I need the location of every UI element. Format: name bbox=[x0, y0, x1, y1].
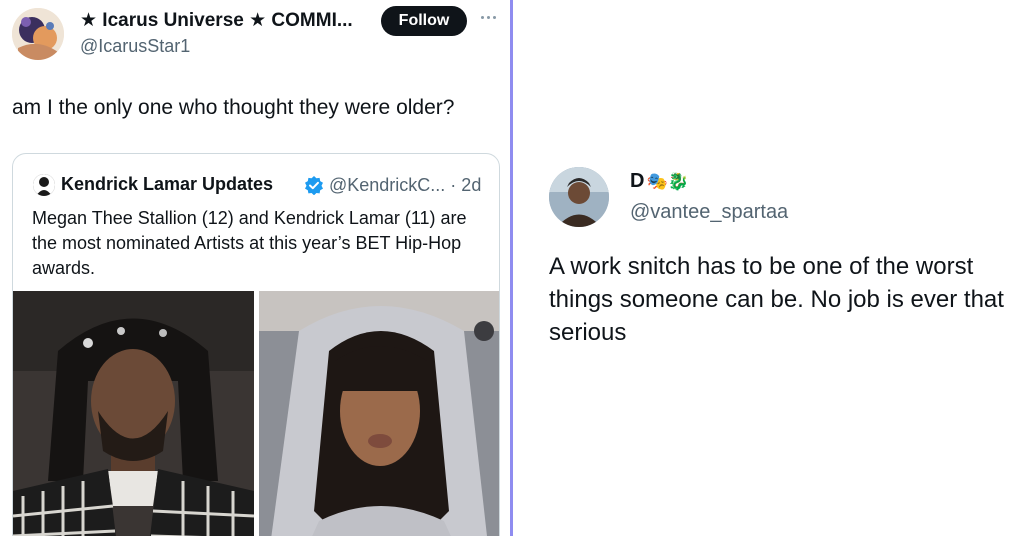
quoted-tweet[interactable]: Kendrick Lamar Updates @KendrickC... · 2… bbox=[12, 153, 500, 536]
left-tweet: ★ Icarus Universe ★ COMMI... @IcarusStar… bbox=[0, 0, 510, 536]
author-name-emoji: 🎭🐉 bbox=[646, 171, 689, 191]
follow-button[interactable]: Follow bbox=[381, 6, 467, 36]
right-tweet: D 🎭🐉 @vantee_spartaa A work snitch has t… bbox=[513, 0, 1024, 536]
quote-text: Megan Thee Stallion (12) and Kendrick La… bbox=[32, 208, 467, 278]
avatar[interactable] bbox=[12, 8, 64, 60]
more-options-icon[interactable] bbox=[476, 10, 500, 24]
tweet-text: am I the only one who thought they were … bbox=[12, 96, 455, 119]
author-handle[interactable]: @vantee_spartaa bbox=[630, 201, 788, 224]
avatar[interactable] bbox=[549, 167, 609, 227]
quote-author-name[interactable]: Kendrick Lamar Updates bbox=[61, 174, 273, 195]
verified-badge-icon bbox=[304, 175, 324, 196]
photo-kendrick[interactable] bbox=[13, 291, 254, 536]
author-name-text: D bbox=[630, 170, 645, 192]
tweet-text: A work snitch has to be one of the worst… bbox=[549, 253, 1004, 346]
quote-handle-time[interactable]: @KendrickC... · 2d bbox=[329, 175, 481, 196]
photo-megan[interactable] bbox=[259, 291, 499, 536]
author-handle[interactable]: @IcarusStar1 bbox=[80, 36, 190, 57]
author-name[interactable]: ★ Icarus Universe ★ COMMI... bbox=[80, 9, 353, 32]
quote-avatar[interactable] bbox=[33, 174, 55, 196]
author-name[interactable]: D 🎭🐉 bbox=[630, 170, 689, 193]
